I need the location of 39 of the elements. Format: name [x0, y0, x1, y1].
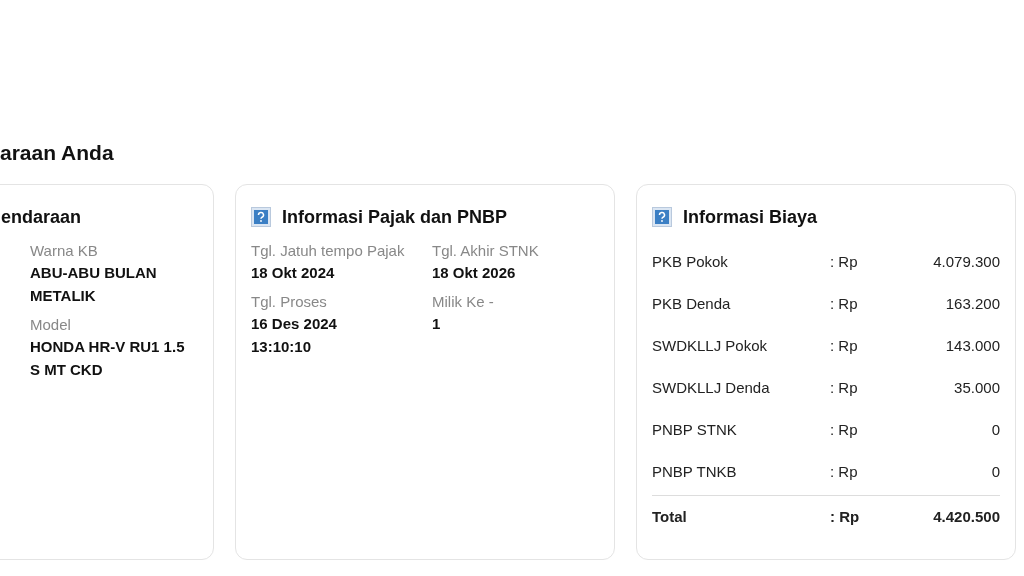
field-label: Model: [30, 315, 72, 335]
cost-amount: 35.000: [953, 378, 1000, 398]
cost-amount: 163.200: [944, 294, 1000, 314]
card-title: Informasi Biaya: [683, 206, 818, 229]
field-label: Tgl. Jatuh tempo Pajak: [251, 241, 406, 261]
cost-label: PNBP TNKB: [652, 462, 738, 482]
card-title: Informasi Pajak dan PNBP: [282, 206, 508, 229]
cost-amount: 4.079.300: [932, 252, 1000, 272]
field-value: ABU-ABU BULAN METALIK: [30, 263, 158, 306]
field-label: Warna KB: [30, 241, 99, 261]
cost-label: SWDKLLJ Pokok: [652, 336, 769, 356]
currency-label: : Rp: [830, 336, 859, 356]
cost-amount: 0: [990, 420, 1000, 440]
currency-label: : Rp: [830, 294, 859, 314]
currency-label: : Rp: [830, 420, 859, 440]
cost-label: Total: [652, 507, 688, 527]
cost-label: SWDKLLJ Denda: [652, 378, 771, 398]
help-icon: [652, 207, 672, 227]
cost-amount: 143.000: [944, 336, 1000, 356]
cost-label: PKB Pokok: [652, 252, 729, 272]
field-value: 18 Okt 2024: [251, 263, 336, 283]
currency-label: : Rp: [830, 252, 859, 272]
field-label: Tgl. Akhir STNK: [432, 241, 540, 261]
cost-amount: 0: [990, 462, 1000, 482]
field-value: 18 Okt 2026: [432, 263, 517, 283]
page-title: araan Anda: [0, 140, 115, 166]
field-value: 1: [432, 314, 442, 334]
field-value: 16 Des 2024 13:10:10: [251, 314, 338, 357]
help-icon: [251, 207, 271, 227]
field-value: HONDA HR-V RU1 1.5 S MT CKD: [30, 337, 185, 380]
currency-label: : Rp: [830, 462, 859, 482]
cost-label: PNBP STNK: [652, 420, 738, 440]
currency-label: : Rp: [830, 507, 861, 527]
cost-label: PKB Denda: [652, 294, 732, 314]
currency-label: : Rp: [830, 378, 859, 398]
field-label: Tgl. Proses: [251, 292, 328, 312]
field-label: Milik Ke -: [432, 292, 495, 312]
cost-amount: 4.420.500: [932, 507, 1000, 527]
card-title: endaraan: [1, 206, 82, 229]
